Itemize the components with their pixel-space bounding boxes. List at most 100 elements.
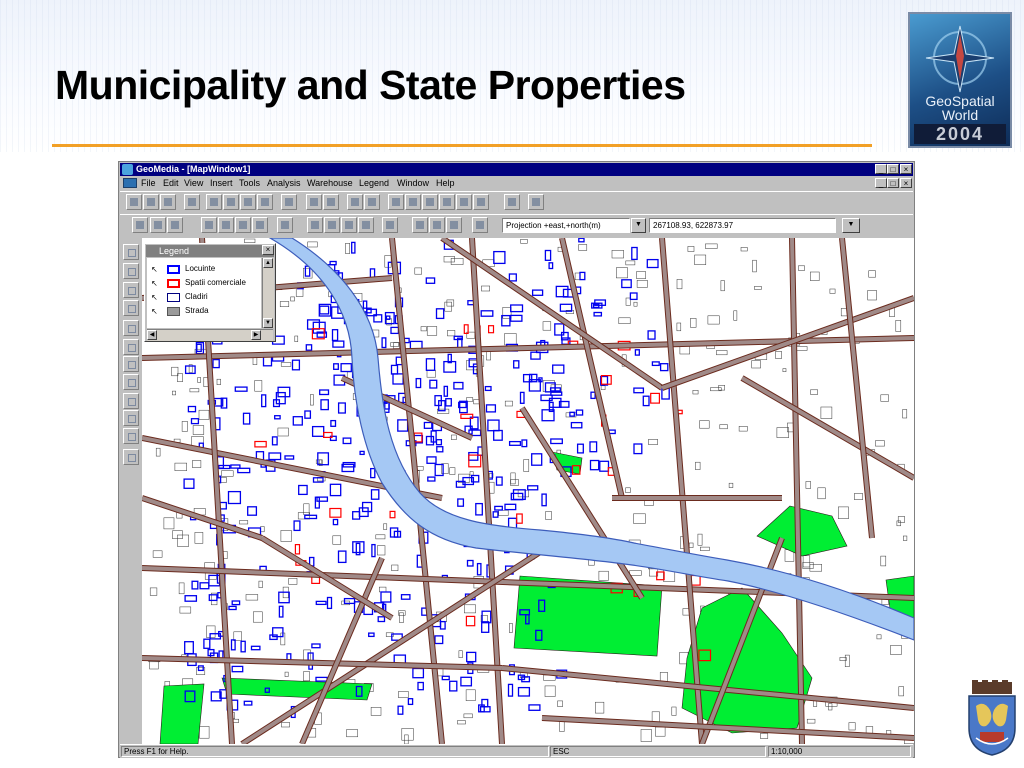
print-icon[interactable] [184,194,200,210]
zoom-out-icon[interactable] [405,194,421,210]
join-tool-icon[interactable] [429,217,445,233]
scroll-right-icon[interactable]: ▶ [251,330,261,340]
legend-swatch-navy [167,293,180,302]
doc-minimize-button[interactable]: _ [875,178,887,188]
compass-star-icon [925,25,995,93]
legend-horizontal-scrollbar[interactable]: ◀ ▶ [147,329,273,341]
menu-legend[interactable]: Legend [359,178,389,189]
select-tool-icon[interactable] [132,217,148,233]
fit-all-icon[interactable] [422,194,438,210]
node-tool-icon[interactable] [123,393,139,409]
menu-help[interactable]: Help [436,178,455,189]
menu-file[interactable]: File [141,178,156,189]
query-tool-icon[interactable] [277,217,293,233]
maximize-button[interactable]: □ [887,164,899,174]
menu-window[interactable]: Window [397,178,429,189]
zoom-in-icon[interactable] [388,194,404,210]
snap-tool-icon[interactable] [123,356,139,372]
properties-icon[interactable] [347,194,363,210]
grid-tool-2-icon[interactable] [218,217,234,233]
city-crest-icon [968,680,1016,756]
minimize-button[interactable]: _ [875,164,887,174]
attribute-icon[interactable] [364,194,380,210]
logo-text-world: World [941,107,979,123]
split-tool-icon[interactable] [123,374,139,390]
select-tool-3-icon[interactable] [167,217,183,233]
add-layer-icon[interactable] [323,194,339,210]
projection-dropdown-icon[interactable]: ▼ [631,218,646,233]
grid-tool-icon[interactable] [201,217,217,233]
coordinate-dropdown-icon[interactable]: ▼ [842,218,860,233]
digitize-area-icon[interactable] [341,217,357,233]
copy-feature-icon[interactable] [123,449,139,465]
menu-insert[interactable]: Insert [210,178,233,189]
legend-item-strada[interactable]: ↖ Strada [151,304,261,318]
doc-close-button[interactable]: × [900,178,912,188]
edit-geometry-icon[interactable] [358,217,374,233]
digitize-line-icon[interactable] [324,217,340,233]
menu-tools[interactable]: Tools [239,178,260,189]
erase-tool-icon[interactable] [123,428,139,444]
text-tool-icon[interactable] [123,263,139,279]
scroll-down-icon[interactable]: ▼ [263,318,273,328]
legend-title[interactable]: Legend [146,245,274,257]
geomedia-window: GeoMedia - [MapWindow1] _ □ × File Edit … [118,161,915,758]
legend-item-locuinte[interactable]: ↖ Locuinte [151,262,261,276]
window-titlebar[interactable]: GeoMedia - [MapWindow1] _ □ × [120,163,913,176]
label-tool-icon[interactable] [446,217,462,233]
select-tool-2-icon[interactable] [150,217,166,233]
pen-tool-icon[interactable] [123,339,139,355]
menu-warehouse[interactable]: Warehouse [307,178,353,189]
pan-icon[interactable] [456,194,472,210]
legend-item-cladiri[interactable]: ↖ Cladiri [151,290,261,304]
title-underline [52,144,872,147]
paste-icon[interactable] [240,194,256,210]
legend-list: ↖ Locuinte ↖ Spatii comerciale ↖ Cladiri… [147,258,261,328]
legend-pointer-icon: ↖ [151,293,158,302]
add-data-icon[interactable] [306,194,322,210]
menu-view[interactable]: View [184,178,203,189]
layout-tool-icon[interactable] [382,217,398,233]
measure-tool-icon[interactable] [472,217,488,233]
table-tool-2-icon[interactable] [252,217,268,233]
menu-analysis[interactable]: Analysis [267,178,301,189]
table-tool-icon[interactable] [235,217,251,233]
legend-vertical-scrollbar[interactable]: ▲ ▼ [262,258,274,328]
digitize-point-icon[interactable] [307,217,323,233]
geomedia-app-icon [122,164,133,175]
angle-tool-icon[interactable] [123,320,139,336]
menu-edit[interactable]: Edit [163,178,179,189]
map-toolbar: Projection +east,+north(m) ▼ 267108.93, … [120,214,913,237]
legend-item-spatii-comerciale[interactable]: ↖ Spatii comerciale [151,276,261,290]
settings-icon[interactable] [504,194,520,210]
open-workspace-icon[interactable] [143,194,159,210]
slide-title: Municipality and State Properties [55,62,686,108]
rotate-tool-icon[interactable] [123,410,139,426]
label-place-icon[interactable] [123,282,139,298]
menu-bar: File Edit View Insert Tools Analysis War… [120,177,913,190]
save-workspace-icon[interactable] [160,194,176,210]
projection-select[interactable]: Projection +east,+north(m) [502,218,630,233]
zoom-window-icon[interactable] [439,194,455,210]
legend-pointer-icon: ↖ [151,265,158,274]
cut-icon[interactable] [206,194,222,210]
help-pointer-icon[interactable] [528,194,544,210]
copy-icon[interactable] [223,194,239,210]
logo-text-geospatial: GeoSpatial [925,93,995,109]
geospatial-world-logo: GeoSpatial World 2004 [908,12,1012,148]
scroll-left-icon[interactable]: ◀ [147,330,157,340]
heading-tool-icon[interactable] [123,300,139,316]
undo-icon[interactable] [281,194,297,210]
legend-swatch-red [167,279,180,288]
buffer-tool-icon[interactable] [412,217,428,233]
delete-icon[interactable] [257,194,273,210]
legend-close-button[interactable]: × [262,245,274,255]
doc-restore-button[interactable]: □ [887,178,899,188]
map-window-icon[interactable] [123,178,137,188]
refresh-icon[interactable] [473,194,489,210]
scroll-up-icon[interactable]: ▲ [263,258,273,268]
new-workspace-icon[interactable] [126,194,142,210]
pointer-tool-icon[interactable] [123,244,139,260]
close-button[interactable]: × [900,164,912,174]
coordinate-readout-field[interactable]: 267108.93, 622873.97 [649,218,836,233]
